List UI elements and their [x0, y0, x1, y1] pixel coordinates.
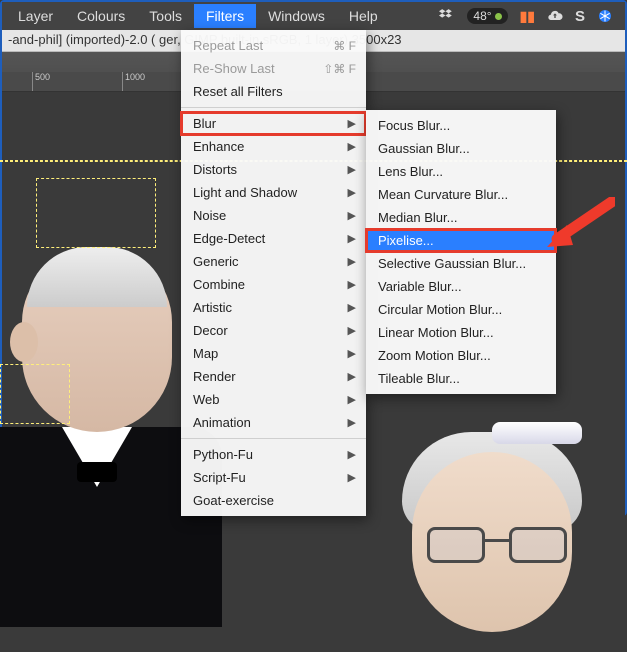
ruler-mark: 1000	[122, 72, 145, 91]
submenu-item-lens-blur[interactable]: Lens Blur...	[366, 160, 556, 183]
menu-item-blur[interactable]: Blur▶	[181, 112, 366, 135]
submenu-item-linear-motion-blur[interactable]: Linear Motion Blur...	[366, 321, 556, 344]
menu-item-decor[interactable]: Decor▶	[181, 319, 366, 342]
menu-windows[interactable]: Windows	[256, 4, 337, 28]
menu-item-combine[interactable]: Combine▶	[181, 273, 366, 296]
menu-tools[interactable]: Tools	[137, 4, 194, 28]
menu-item-reshow-last: Re-Show Last⇧⌘ F	[181, 57, 366, 80]
menu-item-reset-all-filters[interactable]: Reset all Filters	[181, 80, 366, 103]
menu-item-light-and-shadow[interactable]: Light and Shadow▶	[181, 181, 366, 204]
temperature-badge[interactable]: 48°	[467, 8, 507, 24]
submenu-item-focus-blur[interactable]: Focus Blur...	[366, 114, 556, 137]
menu-help[interactable]: Help	[337, 4, 390, 28]
chevron-right-icon: ▶	[348, 117, 356, 130]
dropbox-icon[interactable]	[439, 8, 455, 24]
menu-filters[interactable]: Filters	[194, 4, 256, 28]
submenu-item-median-blur[interactable]: Median Blur...	[366, 206, 556, 229]
menu-item-edge-detect[interactable]: Edge-Detect▶	[181, 227, 366, 250]
pause-icon[interactable]: ▮▮	[520, 8, 535, 25]
submenu-item-selective-gaussian-blur[interactable]: Selective Gaussian Blur...	[366, 252, 556, 275]
menu-layer[interactable]: Layer	[6, 4, 65, 28]
menu-separator	[181, 107, 366, 108]
snowflake-icon[interactable]	[597, 8, 613, 24]
image-content-person-right	[352, 412, 627, 652]
submenu-item-mean-curvature-blur[interactable]: Mean Curvature Blur...	[366, 183, 556, 206]
filters-dropdown: Repeat Last⌘ F Re-Show Last⇧⌘ F Reset al…	[181, 30, 366, 516]
menu-item-distorts[interactable]: Distorts▶	[181, 158, 366, 181]
submenu-item-zoom-motion-blur[interactable]: Zoom Motion Blur...	[366, 344, 556, 367]
menu-separator	[181, 438, 366, 439]
submenu-item-circular-motion-blur[interactable]: Circular Motion Blur...	[366, 298, 556, 321]
menu-item-goat-exercise[interactable]: Goat-exercise	[181, 489, 366, 512]
selection-rect	[36, 178, 156, 248]
temperature-value: 48°	[473, 9, 491, 23]
submenu-item-gaussian-blur[interactable]: Gaussian Blur...	[366, 137, 556, 160]
annotation-arrow	[545, 197, 615, 252]
menu-item-web[interactable]: Web▶	[181, 388, 366, 411]
menu-item-render[interactable]: Render▶	[181, 365, 366, 388]
menu-item-enhance[interactable]: Enhance▶	[181, 135, 366, 158]
ruler-mark: 500	[32, 72, 50, 91]
menubar: Layer Colours Tools Filters Windows Help…	[2, 2, 625, 30]
submenu-item-pixelise[interactable]: Pixelise...	[366, 229, 556, 252]
blur-submenu: Focus Blur... Gaussian Blur... Lens Blur…	[366, 110, 556, 394]
submenu-item-variable-blur[interactable]: Variable Blur...	[366, 275, 556, 298]
menu-item-repeat-last: Repeat Last⌘ F	[181, 34, 366, 57]
menu-item-artistic[interactable]: Artistic▶	[181, 296, 366, 319]
menu-colours[interactable]: Colours	[65, 4, 137, 28]
menu-item-noise[interactable]: Noise▶	[181, 204, 366, 227]
menu-item-python-fu[interactable]: Python-Fu▶	[181, 443, 366, 466]
menu-item-animation[interactable]: Animation▶	[181, 411, 366, 434]
system-tray: 48° ▮▮ S	[439, 8, 621, 25]
submenu-item-tileable-blur[interactable]: Tileable Blur...	[366, 367, 556, 390]
selection-rect	[0, 364, 70, 424]
s-icon[interactable]: S	[575, 8, 585, 25]
menu-item-map[interactable]: Map▶	[181, 342, 366, 365]
menu-item-generic[interactable]: Generic▶	[181, 250, 366, 273]
cloud-upload-icon[interactable]	[547, 8, 563, 24]
menu-item-script-fu[interactable]: Script-Fu▶	[181, 466, 366, 489]
